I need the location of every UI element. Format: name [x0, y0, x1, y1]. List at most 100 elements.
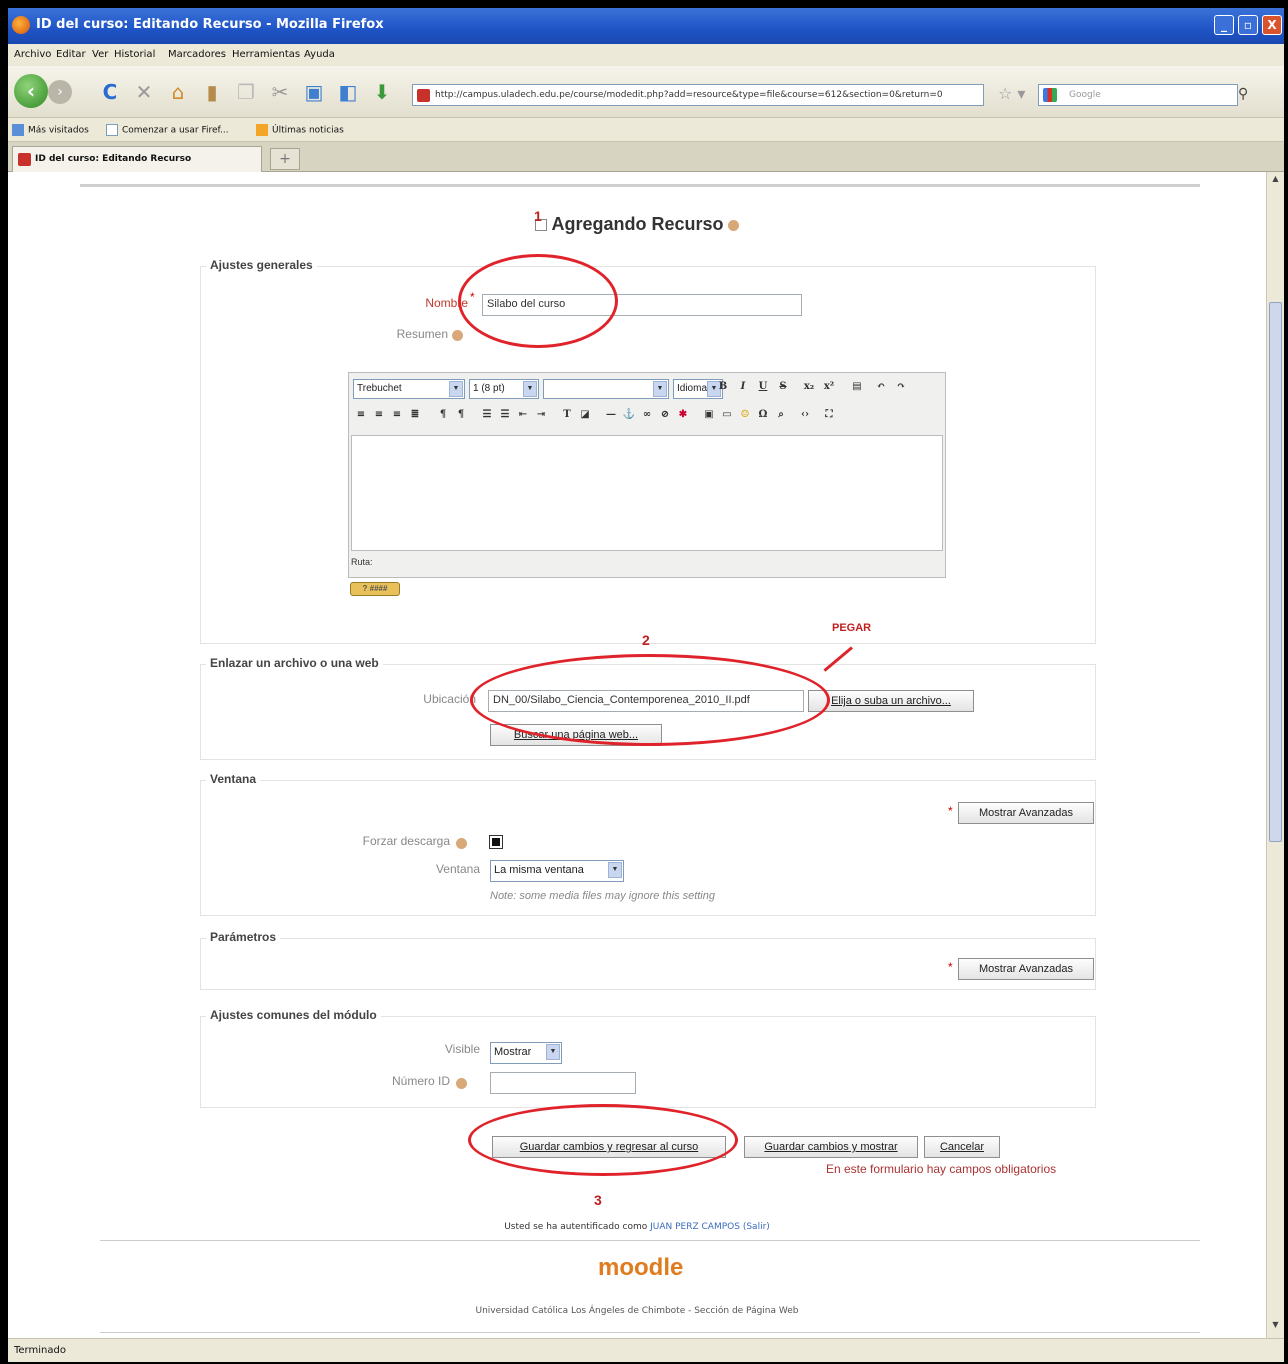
maximize-button[interactable]: ▫: [1238, 15, 1258, 35]
fullscreen-icon[interactable]: ⛶: [821, 407, 837, 423]
cancel-button[interactable]: Cancelar: [924, 1136, 1000, 1158]
stop-icon[interactable]: ✕: [130, 78, 158, 106]
window-title: ID del curso: Editando Recurso - Mozilla…: [36, 17, 384, 32]
justify-icon[interactable]: ≣: [407, 407, 423, 423]
site-favicon-icon: [417, 89, 430, 102]
show-advanced-params-button[interactable]: Mostrar Avanzadas: [958, 958, 1094, 980]
save-show-button[interactable]: Guardar cambios y mostrar: [744, 1136, 918, 1158]
show-advanced-window-button[interactable]: Mostrar Avanzadas: [958, 802, 1094, 824]
table-icon[interactable]: ▭: [719, 407, 735, 423]
scroll-down-icon[interactable]: ▼: [1269, 1320, 1282, 1334]
star-bookmark-icon[interactable]: ☆ ▾: [998, 84, 1025, 103]
align-right-icon[interactable]: ≡: [389, 407, 405, 423]
home-icon[interactable]: ⌂: [164, 78, 192, 106]
rtl-icon[interactable]: ¶: [453, 407, 469, 423]
visible-select[interactable]: Mostrar ▼: [490, 1042, 562, 1064]
rss-icon: [256, 124, 268, 136]
superscript-icon[interactable]: x²: [821, 379, 837, 395]
unordered-list-icon[interactable]: ☰: [497, 407, 513, 423]
menu-herramientas[interactable]: Herramientas: [232, 49, 300, 60]
forward-arrow-icon[interactable]: ›: [48, 80, 72, 104]
vertical-scrollbar[interactable]: ▲ ▼: [1266, 172, 1284, 1338]
horizontal-rule-icon[interactable]: —: [603, 407, 619, 423]
new-window-icon[interactable]: ▣: [300, 78, 328, 106]
annotation-number-2: 2: [642, 632, 650, 648]
search-box[interactable]: Google: [1038, 84, 1238, 106]
image-icon[interactable]: ▣: [701, 407, 717, 423]
ordered-list-icon[interactable]: ☰: [479, 407, 495, 423]
bold-icon[interactable]: B: [715, 379, 731, 395]
legend-general: Ajustes generales: [206, 258, 317, 272]
address-bar[interactable]: http://campus.uladech.edu.pe/course/mode…: [412, 84, 984, 106]
smiley-icon[interactable]: ☺: [737, 407, 753, 423]
window-select[interactable]: La misma ventana ▼: [490, 860, 624, 882]
html-source-icon[interactable]: ‹›: [797, 407, 813, 423]
outdent-icon[interactable]: ⇤: [515, 407, 531, 423]
magnifier-icon[interactable]: ⚲: [1238, 86, 1248, 102]
unlink-icon[interactable]: ⊘: [657, 407, 673, 423]
format-select[interactable]: ▼: [543, 379, 669, 399]
force-download-checkbox[interactable]: [489, 835, 503, 849]
ltr-icon[interactable]: ¶: [435, 407, 451, 423]
status-text: Terminado: [14, 1345, 66, 1356]
italic-icon[interactable]: I: [735, 379, 751, 395]
page-heading: Agregando Recurso: [8, 214, 1266, 235]
align-left-icon[interactable]: ≡: [353, 407, 369, 423]
user-link[interactable]: JUAN PERZ CAMPOS: [650, 1222, 740, 1232]
annotation-ellipse-3: [468, 1104, 738, 1176]
scroll-up-icon[interactable]: ▲: [1269, 174, 1282, 188]
bookmark-latest-news[interactable]: Últimas noticias: [256, 124, 344, 136]
anchor-icon[interactable]: ⚓: [621, 407, 637, 423]
undo-icon[interactable]: ↶: [873, 379, 889, 395]
new-tab-button[interactable]: +: [270, 148, 300, 170]
font-select[interactable]: Trebuchet ▼: [353, 379, 465, 399]
copy-icon[interactable]: ❐: [232, 78, 260, 106]
font-size-select[interactable]: 1 (8 pt) ▼: [469, 379, 539, 399]
clean-format-icon[interactable]: ▤: [849, 379, 865, 395]
special-char-icon[interactable]: Ω: [755, 407, 771, 423]
scrollbar-thumb[interactable]: [1269, 302, 1282, 842]
help-icon[interactable]: [727, 219, 739, 231]
strikethrough-icon[interactable]: S: [775, 379, 791, 395]
background-color-icon[interactable]: ◪: [577, 407, 593, 423]
tab-edit-resource[interactable]: ID del curso: Editando Recurso: [12, 146, 262, 172]
download-icon[interactable]: ⬇: [368, 78, 396, 106]
editor-text-area[interactable]: [351, 435, 943, 551]
underline-icon[interactable]: U: [755, 379, 771, 395]
link-icon[interactable]: ∞: [639, 407, 655, 423]
menu-historial[interactable]: Historial: [114, 49, 155, 60]
back-arrow-icon[interactable]: ‹: [14, 74, 48, 108]
menu-marcadores[interactable]: Marcadores: [168, 49, 226, 60]
reload-icon[interactable]: C: [96, 78, 124, 106]
menu-ver[interactable]: Ver: [92, 49, 108, 60]
subscript-icon[interactable]: x₂: [801, 379, 817, 395]
bookmark-getting-started[interactable]: Comenzar a usar Firef...: [106, 124, 229, 136]
text-color-icon[interactable]: T: [559, 407, 575, 423]
fieldset-common: [200, 1016, 1096, 1108]
moodle-logo[interactable]: moodle: [598, 1254, 683, 1282]
editor-help-button[interactable]: ? ####: [350, 582, 400, 596]
clipboard-icon[interactable]: ▮: [198, 78, 226, 106]
cut-icon[interactable]: ✂: [266, 78, 294, 106]
legend-common: Ajustes comunes del módulo: [206, 1008, 381, 1022]
close-button[interactable]: X: [1262, 15, 1282, 35]
choose-file-button[interactable]: Elija o suba un archivo...: [808, 690, 974, 712]
menu-archivo[interactable]: Archivo: [14, 49, 51, 60]
force-download-help-icon[interactable]: [456, 838, 467, 849]
menu-editar[interactable]: Editar: [56, 49, 86, 60]
indent-icon[interactable]: ⇥: [533, 407, 549, 423]
bookmark-most-visited[interactable]: Más visitados: [12, 124, 89, 136]
id-number-help-icon[interactable]: [456, 1078, 467, 1089]
html-editor: Trebuchet ▼ 1 (8 pt) ▼ ▼ Idioma ▼ B I U S x…: [348, 372, 946, 578]
summary-help-icon[interactable]: [452, 330, 463, 341]
logout-link[interactable]: (Salir): [743, 1222, 770, 1232]
id-number-input[interactable]: [490, 1072, 636, 1094]
redo-icon[interactable]: ↷: [893, 379, 909, 395]
search-replace-icon[interactable]: ⌕: [773, 407, 789, 423]
align-center-icon[interactable]: ≡: [371, 407, 387, 423]
nolink-icon[interactable]: ✱: [675, 407, 691, 423]
bookmark-page-icon[interactable]: ◧: [334, 78, 362, 106]
minimize-button[interactable]: _: [1214, 15, 1234, 35]
menu-ayuda[interactable]: Ayuda: [304, 49, 335, 60]
id-number-label: Número ID: [391, 1074, 450, 1088]
